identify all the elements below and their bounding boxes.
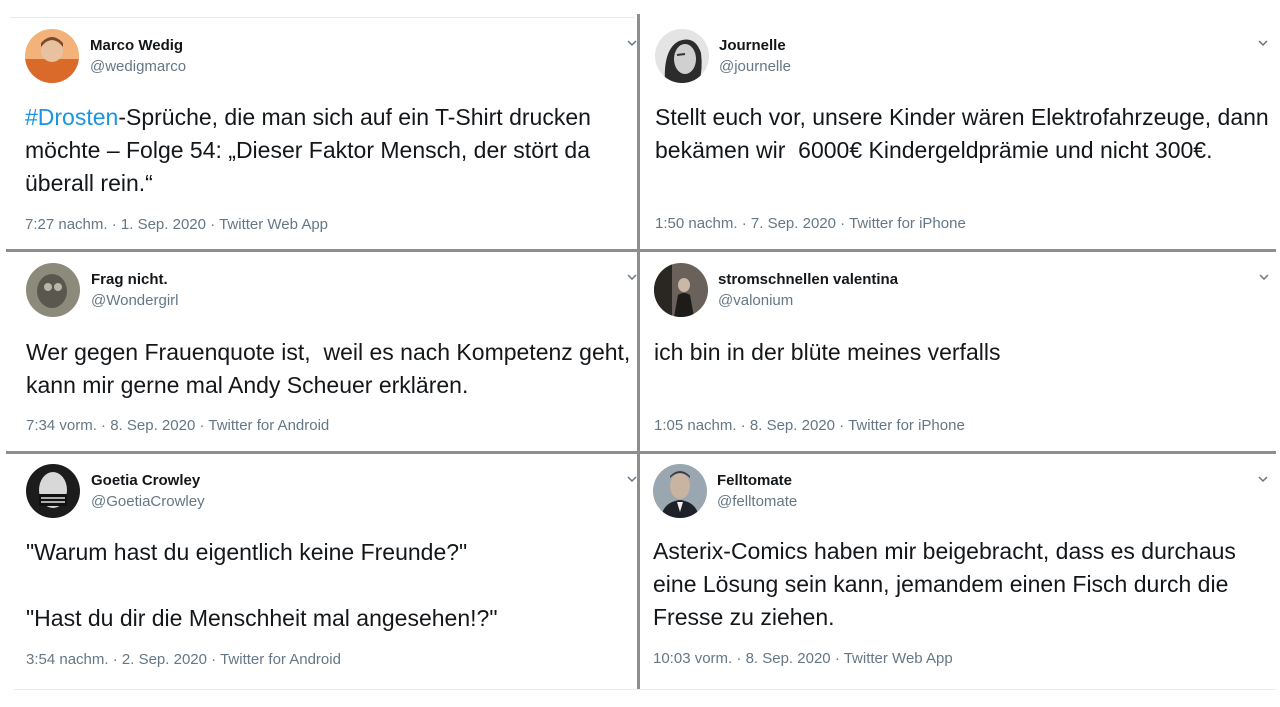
avatar-photo-mask-icon <box>26 464 80 518</box>
chevron-down-icon[interactable] <box>626 36 638 48</box>
tweet-date[interactable]: 8. Sep. 2020 <box>750 417 835 434</box>
tweet-time[interactable]: 10:03 vorm. <box>653 650 732 667</box>
separator: · <box>211 651 217 668</box>
tweet-meta: 7:34 vorm. · 8. Sep. 2020 · Twitter for … <box>26 417 329 434</box>
tweet-card[interactable]: stromschnellen valentina @valonium ich b… <box>641 252 1277 450</box>
display-name[interactable]: Marco Wedig <box>90 37 183 54</box>
tweet-card[interactable]: Felltomate @felltomate Asterix-Comics ha… <box>641 454 1277 688</box>
tweet-time[interactable]: 1:50 nachm. <box>655 215 738 232</box>
tweet-card[interactable]: Goetia Crowley @GoetiaCrowley "Warum has… <box>8 454 638 688</box>
hashtag-link[interactable]: #Drosten <box>25 104 118 130</box>
separator: · <box>111 216 117 233</box>
avatar[interactable] <box>655 29 709 83</box>
separator: · <box>741 215 747 232</box>
separator: · <box>210 216 216 233</box>
separator: · <box>840 215 846 232</box>
tweet-text: Stellt euch vor, unsere Kinder wären Ele… <box>655 104 1276 163</box>
user-handle[interactable]: @journelle <box>719 58 791 75</box>
user-handle[interactable]: @felltomate <box>717 493 797 510</box>
tweet-date[interactable]: 8. Sep. 2020 <box>746 650 831 667</box>
chevron-down-icon[interactable] <box>626 472 638 484</box>
separator: · <box>112 651 118 668</box>
separator: · <box>740 417 746 434</box>
tweet-time[interactable]: 1:05 nachm. <box>654 417 737 434</box>
tweet-source[interactable]: Twitter for iPhone <box>848 417 965 434</box>
tweet-date[interactable]: 2. Sep. 2020 <box>122 651 207 668</box>
tweet-time[interactable]: 3:54 nachm. <box>26 651 109 668</box>
user-handle[interactable]: @valonium <box>718 292 793 309</box>
display-name[interactable]: Goetia Crowley <box>91 472 200 489</box>
avatar-photo-portrait-icon <box>653 464 707 518</box>
avatar[interactable] <box>654 263 708 317</box>
tweet-source[interactable]: Twitter for iPhone <box>849 215 966 232</box>
tweet-source[interactable]: Twitter Web App <box>844 650 953 667</box>
user-handle[interactable]: @GoetiaCrowley <box>91 493 205 510</box>
display-name[interactable]: Frag nicht. <box>91 271 168 288</box>
display-name[interactable]: stromschnellen valentina <box>718 271 898 288</box>
tweet-meta: 10:03 vorm. · 8. Sep. 2020 · Twitter Web… <box>653 650 953 667</box>
avatar-photo-dark-icon <box>654 263 708 317</box>
separator: · <box>736 650 742 667</box>
bottom-edge-line <box>14 689 1276 690</box>
tweet-date[interactable]: 8. Sep. 2020 <box>110 417 195 434</box>
avatar[interactable] <box>25 29 79 83</box>
chevron-down-icon[interactable] <box>626 270 638 282</box>
tweet-date[interactable]: 1. Sep. 2020 <box>121 216 206 233</box>
chevron-down-icon[interactable] <box>1258 270 1270 282</box>
tweet-meta: 1:05 nachm. · 8. Sep. 2020 · Twitter for… <box>654 417 965 434</box>
tweet-card[interactable]: Marco Wedig @wedigmarco #Drosten-Sprüche… <box>8 18 638 248</box>
separator: · <box>199 417 205 434</box>
avatar-photo-orange-icon <box>25 29 79 83</box>
separator: · <box>101 417 107 434</box>
tweet-meta: 3:54 nachm. · 2. Sep. 2020 · Twitter for… <box>26 651 341 668</box>
tweet-time[interactable]: 7:34 vorm. <box>26 417 97 434</box>
avatar[interactable] <box>26 464 80 518</box>
tweet-card[interactable]: Journelle @journelle Stellt euch vor, un… <box>641 18 1277 248</box>
tweet-text: ich bin in der blüte meines verfalls <box>654 339 1001 365</box>
tweet-time[interactable]: 7:27 nachm. <box>25 216 108 233</box>
tweet-text: Wer gegen Frauenquote ist, weil es nach … <box>26 339 637 398</box>
avatar[interactable] <box>26 263 80 317</box>
tweet-text: Asterix-Comics haben mir beigebracht, da… <box>653 538 1243 630</box>
tweet-text: "Warum hast du eigentlich keine Freunde?… <box>26 539 498 631</box>
separator: · <box>834 650 840 667</box>
display-name[interactable]: Journelle <box>719 37 786 54</box>
tweet-source[interactable]: Twitter for Android <box>220 651 341 668</box>
vertical-divider <box>637 14 640 690</box>
user-handle[interactable]: @Wondergirl <box>91 292 178 309</box>
chevron-down-icon[interactable] <box>1257 36 1269 48</box>
avatar-photo-bw-icon <box>655 29 709 83</box>
tweet-source[interactable]: Twitter for Android <box>208 417 329 434</box>
tweet-source[interactable]: Twitter Web App <box>219 216 328 233</box>
tweet-meta: 7:27 nachm. · 1. Sep. 2020 · Twitter Web… <box>25 216 328 233</box>
chevron-down-icon[interactable] <box>1257 472 1269 484</box>
tweet-card[interactable]: Frag nicht. @Wondergirl Wer gegen Frauen… <box>8 252 638 450</box>
separator: · <box>839 417 845 434</box>
tweet-text: #Drosten-Sprüche, die man sich auf ein T… <box>25 101 637 200</box>
avatar-photo-gray-icon <box>26 263 80 317</box>
display-name[interactable]: Felltomate <box>717 472 792 489</box>
user-handle[interactable]: @wedigmarco <box>90 58 186 75</box>
tweet-meta: 1:50 nachm. · 7. Sep. 2020 · Twitter for… <box>655 215 966 232</box>
avatar[interactable] <box>653 464 707 518</box>
tweet-date[interactable]: 7. Sep. 2020 <box>751 215 836 232</box>
